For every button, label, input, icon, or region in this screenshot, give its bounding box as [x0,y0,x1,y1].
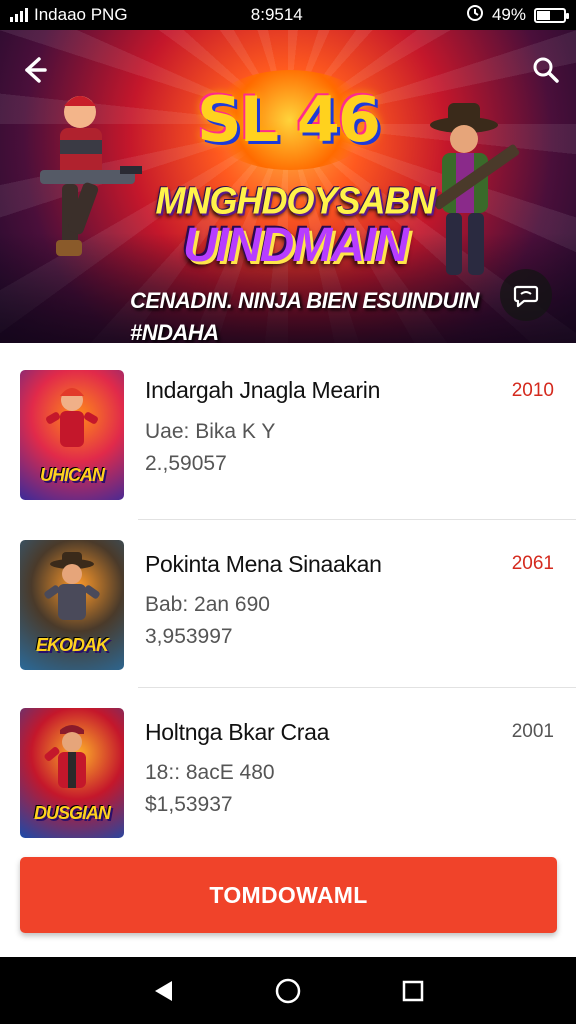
game-thumbnail[interactable]: UHICAN [20,370,124,500]
thumbnail-character [46,388,98,447]
thumbnail-label: EKODAK [35,635,109,655]
game-meta-secondary: 2.,59057 [145,452,227,475]
thumbnail-character [44,552,100,620]
back-arrow-icon[interactable] [14,50,54,90]
status-bar: Indaao PNG 8:9514 49% [0,0,576,30]
game-thumbnail[interactable]: DUSGIAN [20,708,124,838]
game-meta-secondary: 3,953997 [145,625,233,648]
hero-character-left [40,96,142,256]
hero-title-line1: MNGHDOYSABN [155,178,435,222]
list-item[interactable]: DUSGIAN Holtnga Bkar Craa 18:: 8acE 480 … [0,688,576,856]
battery-percent: 49% [491,5,526,24]
search-icon[interactable] [526,50,566,90]
hero-subtitle-line2: #NDAHA [130,320,219,343]
game-meta-primary: Bab: 2an 690 [145,593,270,616]
game-year: 2061 [511,553,554,574]
thumbnail-label: DUSGIAN [33,803,111,823]
game-list-card: UHICAN Indargah Jnagla Mearin Uae: Bika … [0,343,576,957]
primary-action-button[interactable]: TOMDOWAML [20,857,557,933]
carrier-label: Indaao PNG [34,5,128,24]
clock: 8:9514 [250,5,303,24]
recents-square-icon[interactable] [393,971,433,1011]
game-title: Pokinta Mena Sinaakan [145,551,382,577]
system-nav-bar [0,957,576,1024]
battery-fill [537,10,550,20]
game-meta-secondary: $1,53937 [145,793,233,816]
list-item[interactable]: EKODAK Pokinta Mena Sinaakan Bab: 2an 69… [0,520,576,688]
thumbnail-label: UHICAN [40,465,105,485]
status-right: 49% [466,4,569,27]
game-meta-primary: 18:: 8acE 480 [145,761,275,784]
hero-logo: SL 46 [196,83,381,156]
hero-banner: SL 46 MNGHDOYSABN UINDMAIN CENADIN. NINJ… [0,30,576,343]
chat-icon[interactable] [500,269,552,321]
list-item[interactable]: UHICAN Indargah Jnagla Mearin Uae: Bika … [0,343,576,520]
hero-subtitle-line1: CENADIN. NINJA BIEN ESUINDUIN [130,288,479,313]
game-title: Indargah Jnagla Mearin [145,377,381,403]
home-circle-icon[interactable] [268,971,308,1011]
hero-title-line2: UINDMAIN [183,219,409,272]
status-left: Indaao PNG [10,5,128,25]
game-title: Holtnga Bkar Craa [145,719,330,745]
game-meta-primary: Uae: Bika K Y [145,420,276,443]
alarm-icon [466,4,484,27]
back-triangle-icon[interactable] [143,971,183,1011]
thumbnail-character [44,725,86,788]
battery-icon [534,7,569,23]
game-thumbnail[interactable]: EKODAK [20,540,124,670]
game-year: 2001 [511,721,554,742]
game-year: 2010 [511,380,554,401]
signal-icon [10,8,28,22]
